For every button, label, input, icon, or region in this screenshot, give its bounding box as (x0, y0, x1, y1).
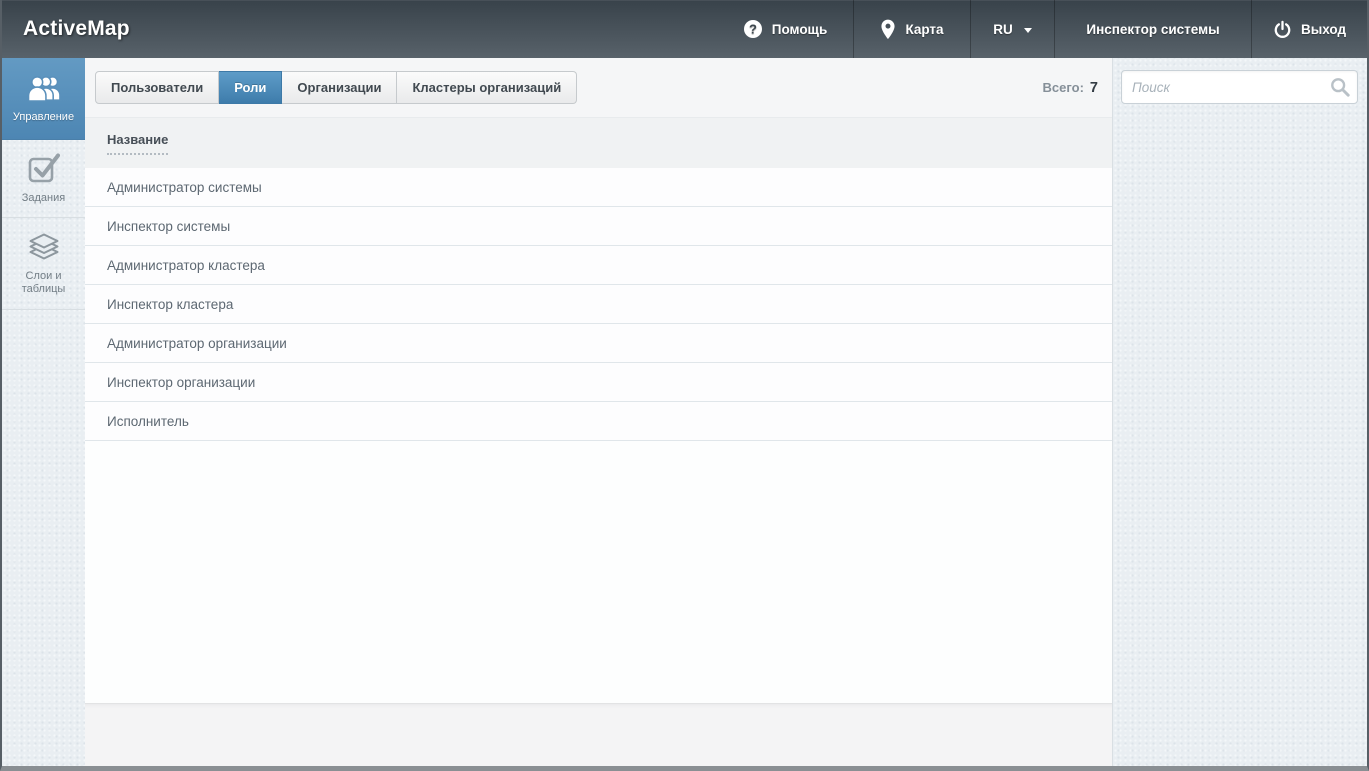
users-group-icon (25, 74, 63, 103)
tab-bar: Пользователи Роли Организации Кластеры о… (85, 58, 1112, 117)
search-icon[interactable] (1330, 77, 1350, 97)
search-panel (1113, 58, 1367, 766)
table-row[interactable]: Инспектор кластера (85, 285, 1112, 324)
search-box (1121, 70, 1358, 104)
tab-org-clusters[interactable]: Кластеры организаций (397, 71, 578, 104)
table-row[interactable]: Инспектор организации (85, 363, 1112, 402)
total-value: 7 (1089, 79, 1098, 96)
menu-label: Карта (905, 21, 944, 37)
tab-organizations[interactable]: Организации (282, 71, 398, 104)
body: Управление Задания Слои и таблицы Пользо… (2, 58, 1367, 766)
sidebar: Управление Задания Слои и таблицы (2, 58, 85, 766)
tab-group: Пользователи Роли Организации Кластеры о… (95, 71, 578, 104)
menu-item-map[interactable]: Карта (853, 0, 970, 58)
checkbox-check-icon (27, 152, 61, 184)
caret-down-icon (1023, 27, 1032, 33)
table-row[interactable]: Администратор организации (85, 324, 1112, 363)
menu-label: Инспектор системы (1086, 21, 1220, 37)
total-counter: Всего: 7 (1043, 80, 1098, 96)
table-header: Название (85, 117, 1112, 168)
sidebar-item-label: Управление (12, 110, 75, 123)
sidebar-item-label: Задания (21, 192, 66, 204)
menu-item-logout[interactable]: Выход (1251, 0, 1367, 58)
menu-item-language[interactable]: RU (970, 0, 1054, 58)
table-empty-area (85, 441, 1112, 703)
menu-label: Помощь (771, 21, 828, 37)
sidebar-item-label: Слои и таблицы (21, 269, 66, 295)
top-bar: ActiveMap ? Помощь Карта RU Инспектор си… (2, 0, 1367, 58)
layers-icon (27, 232, 61, 262)
sidebar-item-layers-tables[interactable]: Слои и таблицы (2, 218, 85, 310)
tab-roles[interactable]: Роли (219, 71, 283, 104)
column-header-name[interactable]: Название (107, 132, 169, 155)
menu-item-help[interactable]: ? Помощь (717, 0, 853, 58)
app-window: ActiveMap ? Помощь Карта RU Инспектор си… (0, 0, 1369, 771)
power-icon (1273, 20, 1292, 39)
total-label: Всего: (1042, 79, 1084, 95)
menu-label: RU (993, 21, 1013, 37)
table-row[interactable]: Администратор системы (85, 168, 1112, 207)
table-row[interactable]: Администратор кластера (85, 246, 1112, 285)
help-icon: ? (743, 19, 763, 39)
sidebar-item-management[interactable]: Управление (2, 58, 85, 140)
sidebar-item-tasks[interactable]: Задания (2, 140, 85, 218)
app-logo: ActiveMap (23, 17, 130, 40)
top-menu: ? Помощь Карта RU Инспектор системы Выхо… (717, 0, 1367, 58)
menu-item-current-user[interactable]: Инспектор системы (1054, 0, 1251, 58)
table-row[interactable]: Исполнитель (85, 402, 1112, 441)
svg-text:?: ? (749, 22, 757, 37)
search-input[interactable] (1121, 70, 1358, 104)
map-pin-icon (880, 19, 896, 40)
tab-users[interactable]: Пользователи (95, 71, 220, 104)
table-row[interactable]: Инспектор системы (85, 207, 1112, 246)
table-footer (85, 703, 1112, 766)
main-panel: Пользователи Роли Организации Кластеры о… (85, 58, 1113, 766)
menu-label: Выход (1300, 21, 1347, 37)
